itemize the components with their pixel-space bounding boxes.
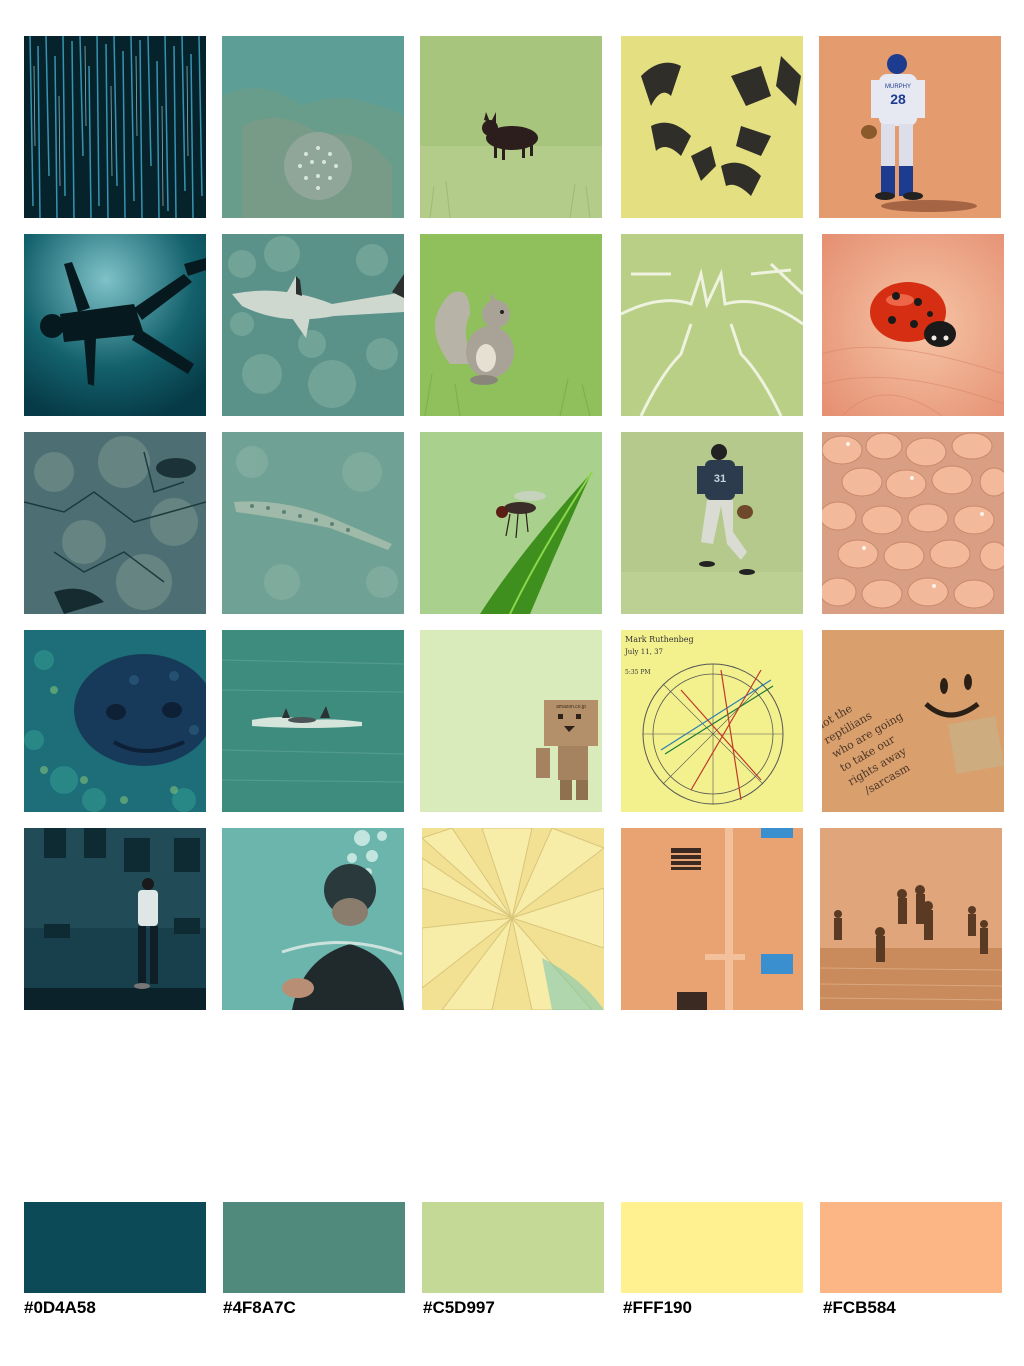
chart-time: 5:35 PM: [625, 669, 651, 676]
player-name: MURPHY: [885, 84, 911, 90]
danbo-label: amazon.co.jp: [556, 704, 586, 710]
swatch-3: [422, 1202, 604, 1293]
beach-children-photo: [820, 828, 1002, 1010]
swatch-2: [223, 1202, 405, 1293]
reef-shark-photo: [222, 234, 404, 416]
scuba-diver-photo: [222, 828, 404, 1010]
grouper-fish-photo: [24, 630, 206, 812]
swatch-1-label: #0D4A58: [24, 1298, 96, 1317]
astrology-chart-photo: Mark Ruthenbeg July 11, 37 5:35 PM: [621, 630, 803, 812]
chalk-lines-grass-photo: [621, 234, 803, 416]
baseball-player-photo: 28 MURPHY: [819, 36, 1001, 218]
lizardfish-photo: [222, 432, 404, 614]
coral-underwater-photo: [222, 36, 404, 218]
swatch-4-label: #FFF190: [623, 1298, 692, 1317]
beans-photo: [822, 432, 1004, 614]
swatch-1: [24, 1202, 206, 1293]
photo-grid: 28 MURPHY 31 amazon.co.jp Mark Ruthenbeg…: [0, 0, 1024, 1020]
fox-in-grass-photo: [420, 36, 602, 218]
dolphins-photo: [222, 630, 404, 812]
rock-texture-photo: [24, 432, 206, 614]
outfielder-number: 31: [714, 473, 726, 485]
diver-silhouette-photo: [24, 234, 206, 416]
squirrel-photo: [420, 234, 602, 416]
danbo-figure-photo: amazon.co.jp: [420, 630, 602, 812]
chart-date: July 11, 37: [624, 648, 663, 656]
ladybug-photo: [822, 234, 1004, 416]
paper-fan-photo: [422, 828, 604, 1010]
fly-on-leaf-photo: [420, 432, 602, 614]
swatch-2-label: #4F8A7C: [223, 1298, 296, 1317]
light-streaks-photo: [24, 36, 206, 218]
outfielder-photo: 31: [621, 432, 803, 614]
swatch-5-label: #FCB584: [823, 1298, 896, 1317]
orange-building-photo: [621, 828, 803, 1010]
chart-heading: Mark Ruthenbeg: [625, 635, 694, 644]
swatch-5: [820, 1202, 1002, 1293]
graffiti-stencil-photo: [621, 36, 803, 218]
street-man-photo: [24, 828, 206, 1010]
swatch-4: [621, 1202, 803, 1293]
swatch-3-label: #C5D997: [423, 1298, 495, 1317]
smiley-wall-photo: not the reptilians who are going to take…: [822, 630, 1004, 812]
player-number: 28: [890, 91, 906, 107]
